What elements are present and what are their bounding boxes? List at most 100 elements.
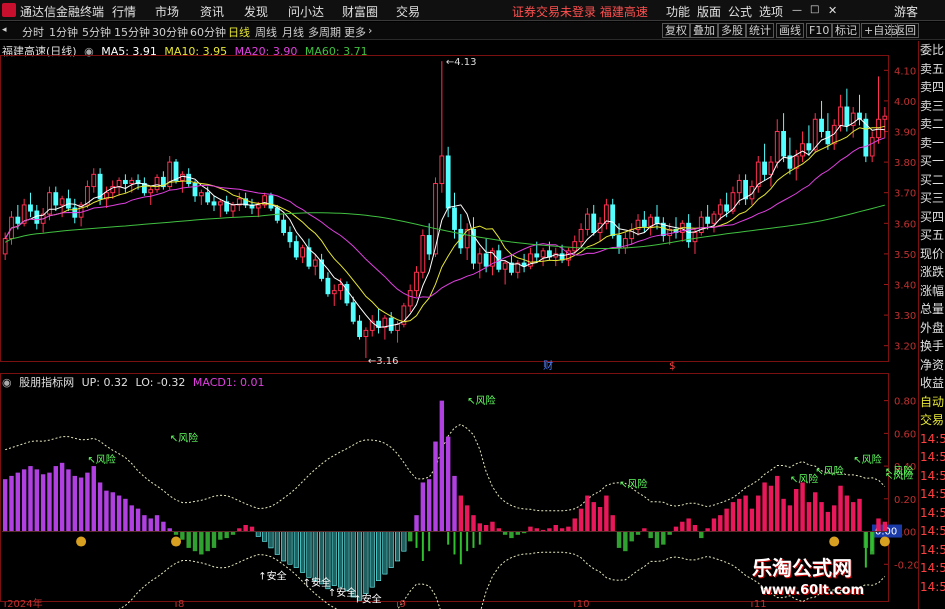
macd-bar-up	[439, 400, 445, 532]
side-row: 净资	[920, 357, 945, 372]
menu-news[interactable]: 资讯	[200, 3, 224, 20]
macd-bar-down	[648, 531, 653, 539]
macd-bar-up	[66, 469, 71, 532]
candle-body	[205, 192, 211, 203]
quote-side-panel: 委比 卖五 卖四 卖三 卖二 卖一 买一 买二 买三 买四 买五 现价 涨跌 涨幅 总量 外盘 换手 净资 收益 自动…	[918, 41, 945, 609]
side-row: 总量	[920, 302, 945, 316]
period-weekly[interactable]: 周线	[255, 24, 277, 40]
menu-discover[interactable]: 发现	[244, 3, 268, 20]
candle-body	[28, 204, 33, 212]
candle-body	[350, 302, 356, 322]
candle-body	[578, 228, 584, 243]
macd-bar-up	[414, 515, 419, 532]
macd-bar-down	[395, 531, 401, 562]
macd-bar-down	[300, 531, 306, 573]
macd-bar-up	[2, 479, 8, 532]
close-icon[interactable]: ✕	[828, 4, 837, 17]
menu-assistant[interactable]: 问小达	[288, 3, 324, 20]
menu-quotes[interactable]: 行情	[112, 3, 136, 20]
maximize-icon[interactable]: □	[810, 4, 819, 15]
side-row: 自动	[920, 394, 945, 409]
period-60min[interactable]: 60分钟	[190, 24, 226, 40]
menu-wealth[interactable]: 财富圈	[342, 3, 378, 20]
safe-label: ↑安全	[328, 586, 356, 599]
macd-bar-up	[15, 472, 21, 532]
candle-body	[420, 235, 426, 273]
macd-bar-up	[806, 502, 812, 532]
back-button[interactable]: 返回	[891, 23, 919, 38]
stats-button[interactable]: 统计	[746, 23, 774, 38]
y-tick-label: -0.20	[894, 560, 918, 571]
macd-bar-down	[180, 531, 185, 540]
period-more[interactable]: 更多	[344, 24, 366, 40]
period-30min[interactable]: 30分钟	[152, 24, 188, 40]
period-15min[interactable]: 15分钟	[114, 24, 150, 40]
macd-bar-up	[85, 472, 90, 532]
macd-bar-up	[844, 495, 850, 532]
f10-button[interactable]: F10	[806, 23, 833, 38]
side-row: 外盘	[920, 320, 945, 335]
period-1min[interactable]: 1分钟	[49, 24, 78, 40]
candle-body	[414, 271, 419, 292]
draw-button[interactable]: 画线	[776, 23, 804, 38]
login-notice[interactable]: 证券交易未登录 福建高速	[512, 3, 648, 20]
menu-options[interactable]: 选项	[759, 3, 783, 20]
macd-bar-down	[319, 531, 325, 585]
macd-bar-down	[205, 531, 210, 552]
adjust-button[interactable]: 复权	[662, 23, 690, 38]
y-tick-label: 3.90	[894, 128, 916, 139]
macd-bar-up	[53, 466, 59, 532]
multi-stock-button[interactable]: 多股	[718, 23, 746, 38]
candle-body	[882, 115, 888, 120]
side-row: 买二	[920, 172, 945, 187]
candle-body	[300, 247, 306, 258]
minimize-icon[interactable]: —	[792, 5, 802, 16]
chart-area[interactable]: 3.20 3.30 3.40 3.50 3.60 3.70 3.80 3.90 4.00 4.10…	[0, 41, 918, 609]
period-monthly[interactable]: 月线	[282, 24, 304, 40]
macd-bar-down	[186, 531, 191, 548]
y-tick-label: 3.40	[894, 281, 916, 292]
macd-bar-up	[781, 498, 786, 532]
side-row: 卖一	[920, 135, 945, 150]
candle-body	[819, 118, 824, 133]
side-row: 收益	[920, 376, 945, 390]
period-daily[interactable]: 日线	[228, 24, 250, 40]
menu-market[interactable]: 市场	[155, 3, 179, 20]
ma5-line	[4, 117, 885, 328]
side-row: 买三	[920, 191, 945, 205]
candle-body	[844, 106, 850, 126]
menu-layout[interactable]: 版面	[697, 3, 721, 20]
candle-body	[281, 219, 287, 233]
macd-bar-down	[616, 531, 622, 548]
menu-trade[interactable]: 交易	[396, 3, 420, 20]
period-intraday[interactable]: 分时	[22, 24, 44, 40]
side-row: 14:56	[920, 524, 945, 538]
scroll-left-icon[interactable]: ◂	[2, 25, 7, 35]
macd-bar-up	[585, 495, 590, 532]
macd-bar-down	[369, 531, 375, 588]
candle-body	[838, 106, 843, 126]
side-row: 14:56	[920, 487, 945, 501]
s-marker: $	[669, 361, 675, 372]
candle-body	[439, 155, 445, 185]
period-multi[interactable]: 多周期	[308, 24, 341, 40]
user-label[interactable]: 游客	[894, 3, 918, 20]
candle-body	[445, 155, 451, 209]
macd-bar-up	[72, 475, 77, 532]
macd-bar-up	[711, 518, 717, 532]
macd-bar-up	[458, 495, 464, 532]
candle-body	[724, 204, 730, 212]
side-row: 卖四	[920, 80, 945, 94]
macd-bar-up	[819, 502, 824, 532]
period-5min[interactable]: 5分钟	[82, 24, 111, 40]
more-chevron-icon[interactable]: ›	[368, 24, 372, 37]
mark-button[interactable]: 标记	[832, 23, 860, 38]
macd-bar-down	[623, 531, 628, 552]
menu-function[interactable]: 功能	[666, 3, 690, 20]
overlay-button[interactable]: 叠加	[690, 23, 718, 38]
macd-bar-up	[477, 523, 483, 532]
candle-body	[211, 201, 217, 206]
side-row: 交易	[920, 413, 945, 427]
menu-formula[interactable]: 公式	[728, 3, 752, 20]
macd-bar-up	[578, 508, 584, 532]
